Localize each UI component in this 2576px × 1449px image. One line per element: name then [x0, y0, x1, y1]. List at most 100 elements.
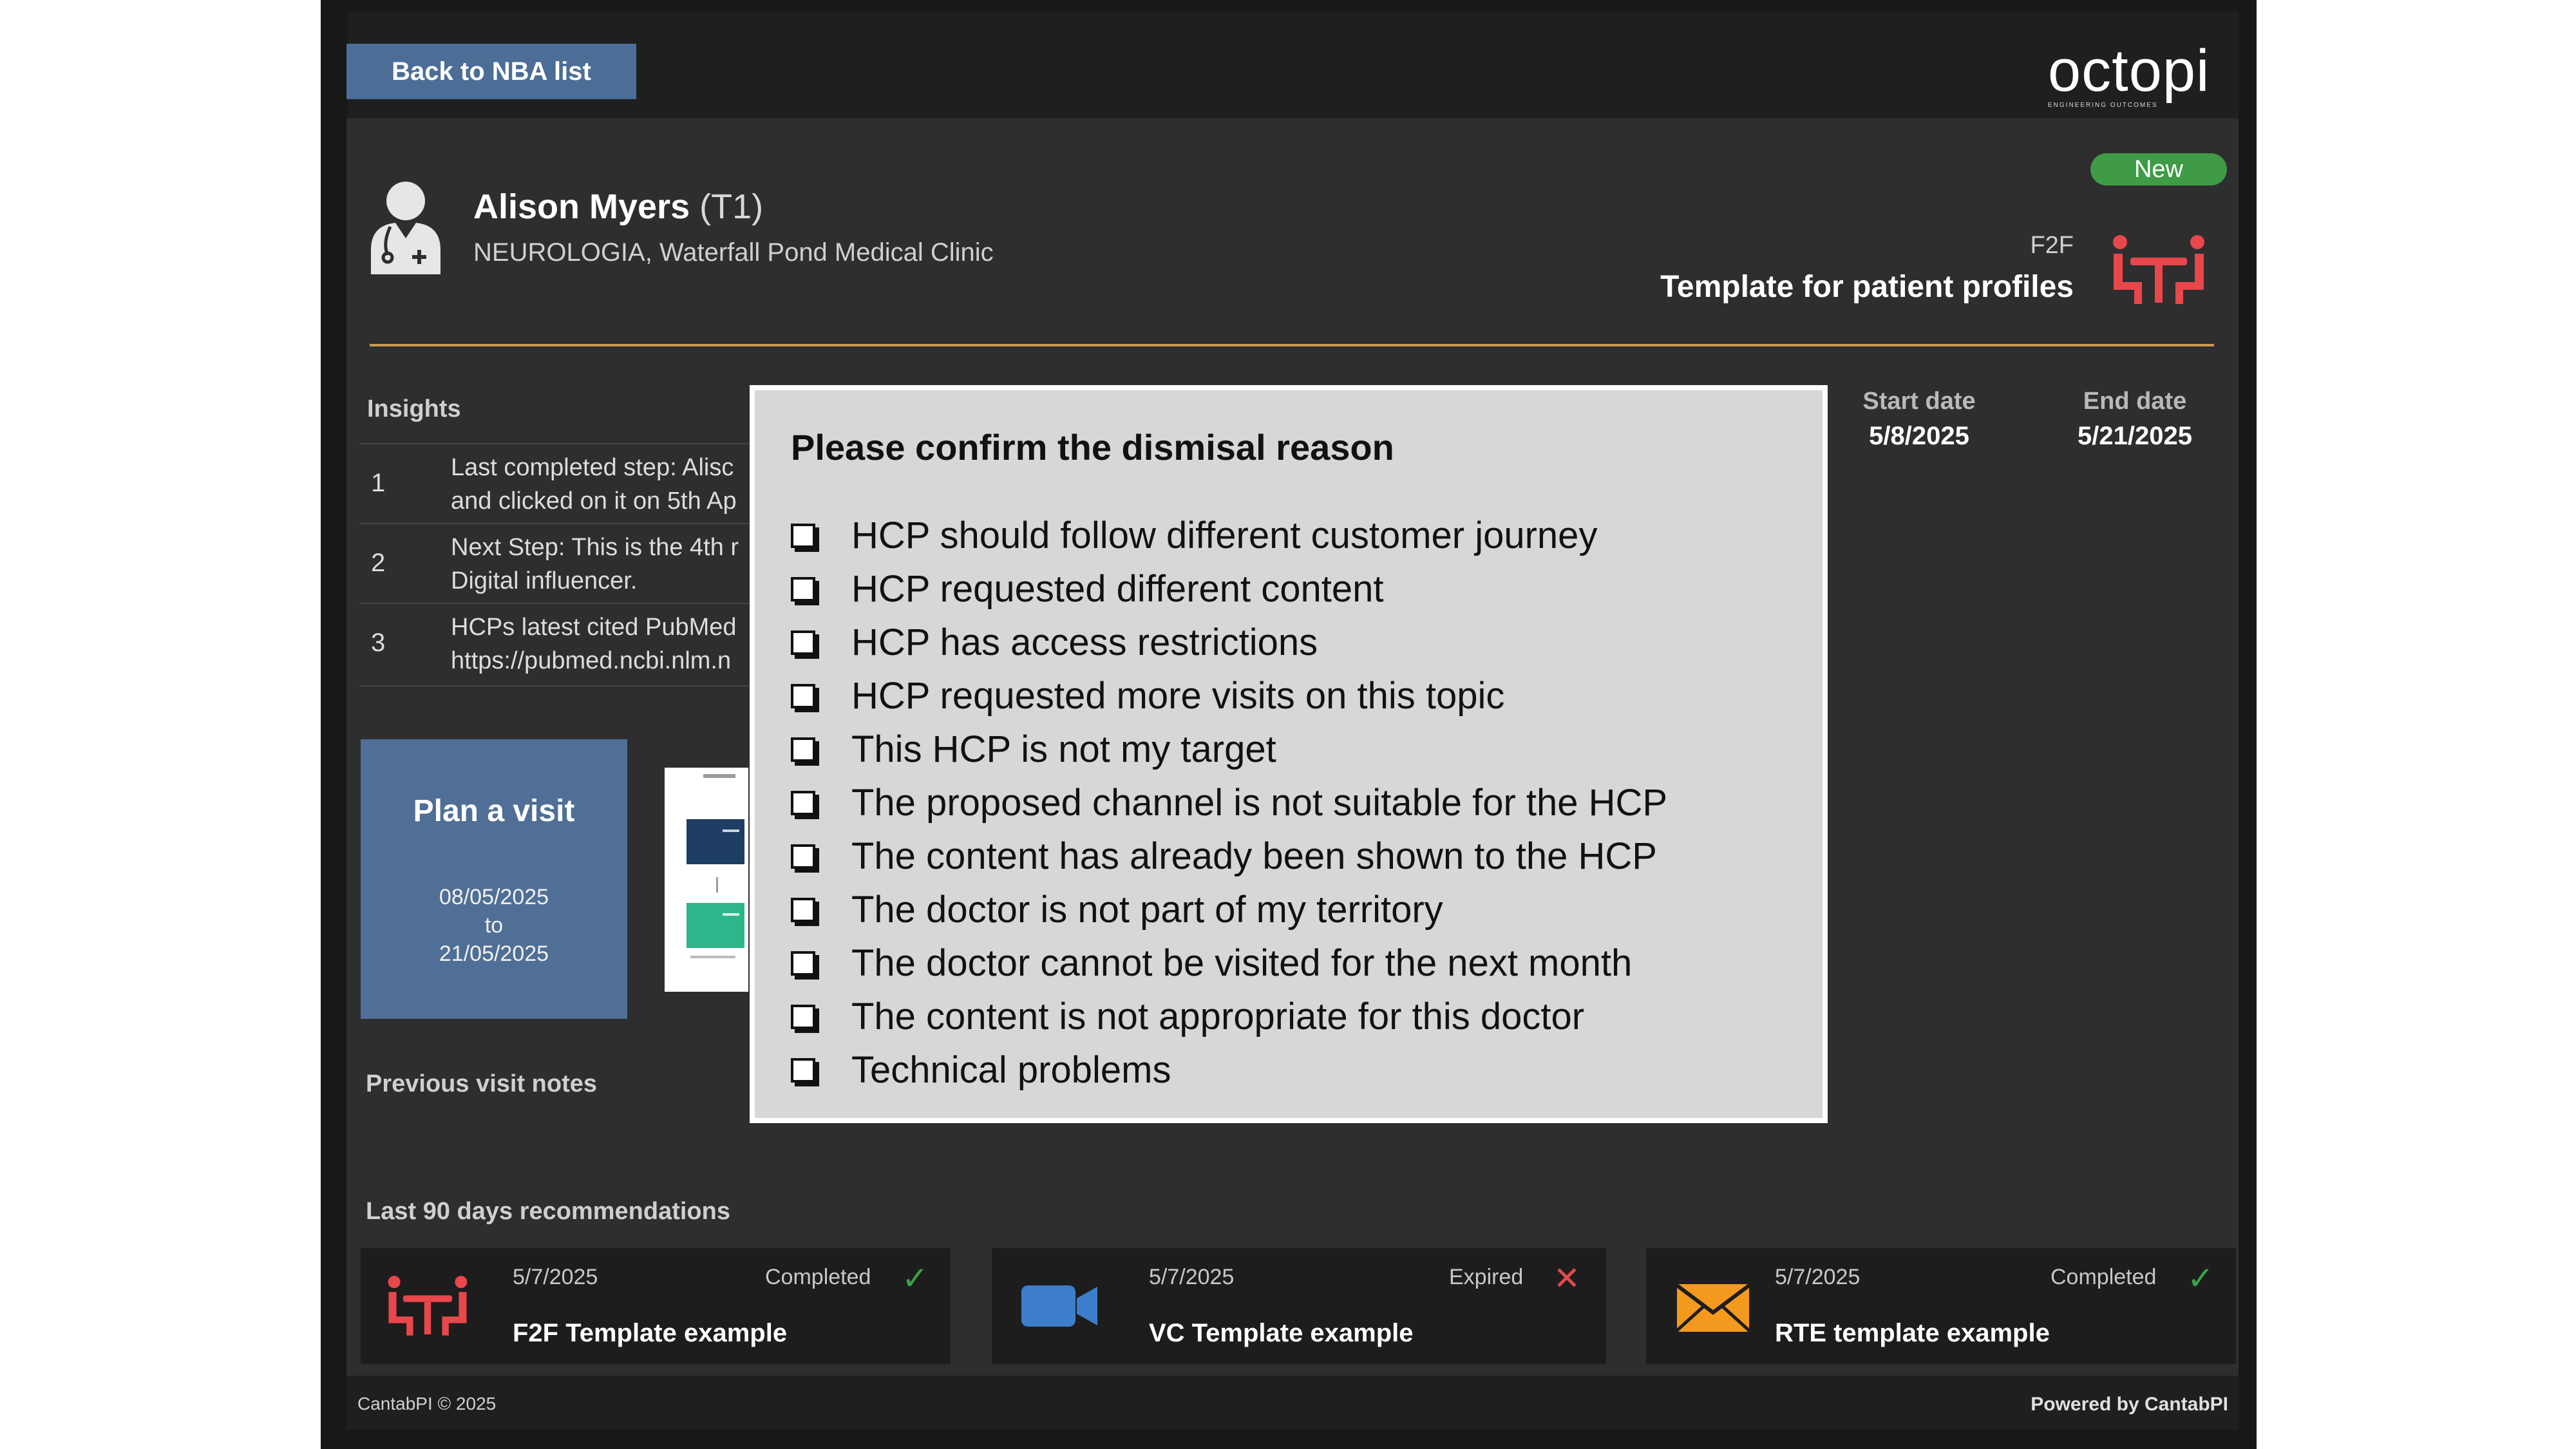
- insight-line: Digital influencer.: [451, 567, 638, 594]
- start-date-block: Start date 5/8/2025: [1848, 388, 1990, 451]
- insights-divider: [359, 685, 759, 687]
- envelope-icon: [1676, 1283, 1750, 1332]
- dismissal-reason-modal: Please confirm the dismisal reason HCP s…: [750, 385, 1828, 1123]
- insight-text: HCPs latest cited PubMed https://pubmed.…: [451, 611, 753, 677]
- reason-label: The proposed channel is not suitable for…: [851, 782, 1668, 824]
- channel-label: F2F: [2030, 232, 2074, 259]
- dismissal-reason-option[interactable]: HCP should follow different customer jou…: [791, 509, 1667, 562]
- plan-visit-title: Plan a visit: [413, 794, 575, 828]
- insight-row: 3 HCPs latest cited PubMed https://pubme…: [359, 603, 759, 683]
- recommendation-status: Completed: [2050, 1265, 2157, 1289]
- footer: [346, 1376, 2239, 1430]
- end-date-label: End date: [2083, 388, 2187, 415]
- insights-title: Insights: [367, 395, 461, 422]
- recommendation-date: 5/7/2025: [513, 1265, 598, 1289]
- reason-label: The doctor cannot be visited for the nex…: [851, 942, 1633, 984]
- checkbox[interactable]: [791, 1057, 815, 1083]
- insight-number: 3: [371, 629, 386, 657]
- recommendation-title: VC Template example: [1149, 1319, 1414, 1347]
- checkbox[interactable]: [791, 630, 815, 655]
- recommendation-card-vc[interactable]: 5/7/2025 Expired ✕ VC Template example: [992, 1248, 1606, 1364]
- dismissal-reason-option[interactable]: The doctor cannot be visited for the nex…: [791, 936, 1667, 990]
- previous-visit-notes-title: Previous visit notes: [366, 1070, 598, 1097]
- dismissal-reason-option[interactable]: Technical problems: [791, 1043, 1667, 1097]
- back-to-nba-list-button[interactable]: Back to NBA list: [346, 44, 636, 99]
- recommendation-status: Completed: [765, 1265, 871, 1289]
- dismissal-reason-option[interactable]: The proposed channel is not suitable for…: [791, 776, 1667, 829]
- reason-label: The doctor is not part of my territory: [851, 889, 1443, 931]
- insight-line: Next Step: This is the 4th r: [451, 534, 739, 561]
- footer-copyright: CantabPI © 2025: [357, 1394, 497, 1414]
- insight-text: Last completed step: Alisc and clicked o…: [451, 451, 753, 518]
- checkbox[interactable]: [791, 844, 815, 869]
- plan-visit-button[interactable]: Plan a visit 08/05/2025 to 21/05/2025: [361, 739, 627, 1019]
- dismissal-reason-option[interactable]: HCP requested different content: [791, 562, 1667, 616]
- reason-label: Technical problems: [851, 1049, 1171, 1091]
- checkbox[interactable]: [791, 951, 815, 976]
- doctor-tier: (T1): [699, 187, 764, 226]
- checkmark-icon: ✓: [902, 1260, 929, 1296]
- plan-visit-to: 21/05/2025: [439, 942, 549, 966]
- dismissal-reason-list: HCP should follow different customer jou…: [791, 509, 1667, 1097]
- content-preview-thumbnail[interactable]: [665, 768, 748, 992]
- recommendation-title: F2F Template example: [513, 1319, 788, 1347]
- doctor-name-text: Alison Myers: [473, 187, 690, 226]
- logo-wordmark: octopi: [2048, 38, 2210, 104]
- last-90-days-title: Last 90 days recommendations: [366, 1198, 730, 1225]
- insight-line: and clicked on it on 5th Ap: [451, 488, 737, 515]
- insight-row: 1 Last completed step: Alisc and clicked…: [359, 443, 759, 523]
- plan-visit-from: 08/05/2025: [439, 885, 549, 909]
- dismissal-reason-option[interactable]: The doctor is not part of my territory: [791, 883, 1667, 936]
- recommendation-date: 5/7/2025: [1149, 1265, 1235, 1289]
- checkbox[interactable]: [791, 790, 815, 815]
- dismissal-reason-option[interactable]: HCP requested more visits on this topic: [791, 669, 1667, 723]
- reason-label: HCP requested different content: [851, 568, 1384, 610]
- insight-number: 1: [371, 469, 386, 497]
- dismissal-reason-option[interactable]: HCP has access restrictions: [791, 616, 1667, 669]
- f2f-icon: [2113, 235, 2204, 304]
- recommendation-card-f2f[interactable]: 5/7/2025 Completed ✓ F2F Template exampl…: [361, 1248, 951, 1364]
- checkbox[interactable]: [791, 683, 815, 708]
- dismissal-reason-option[interactable]: This HCP is not my target: [791, 723, 1667, 776]
- start-date-label: Start date: [1862, 388, 1976, 415]
- video-camera-icon: [1021, 1285, 1097, 1327]
- insight-line: Last completed step: Alisc: [451, 454, 734, 481]
- dismissal-reason-option[interactable]: The content is not appropriate for this …: [791, 990, 1667, 1043]
- template-title: Template for patient profiles: [1660, 270, 2074, 304]
- recommendation-title: RTE template example: [1775, 1319, 2050, 1347]
- insight-number: 2: [371, 549, 386, 577]
- reason-label: HCP should follow different customer jou…: [851, 515, 1598, 556]
- doctor-name: Alison Myers (T1): [473, 187, 763, 227]
- recommendation-card-rte[interactable]: 5/7/2025 Completed ✓ RTE template exampl…: [1646, 1248, 2236, 1364]
- doctor-icon: [371, 182, 440, 274]
- checkbox[interactable]: [791, 523, 815, 548]
- end-date-block: End date 5/21/2025: [2067, 388, 2202, 451]
- octopi-logo: octopi ENGINEERING OUTCOMES: [2048, 38, 2210, 109]
- insight-line: https://pubmed.ncbi.nlm.n: [451, 647, 732, 674]
- reason-label: The content has already been shown to th…: [851, 835, 1657, 877]
- checkbox[interactable]: [791, 1004, 815, 1029]
- doctor-specialty-clinic: NEUROLOGIA, Waterfall Pond Medical Clini…: [473, 238, 994, 267]
- reason-label: This HCP is not my target: [851, 728, 1276, 770]
- start-date-value: 5/8/2025: [1869, 422, 1969, 450]
- insight-text: Next Step: This is the 4th r Digital inf…: [451, 531, 753, 598]
- insight-row: 2 Next Step: This is the 4th r Digital i…: [359, 523, 759, 603]
- dismissal-reason-option[interactable]: The content has already been shown to th…: [791, 829, 1667, 883]
- modal-title: Please confirm the dismisal reason: [791, 427, 1394, 468]
- reason-label: HCP has access restrictions: [851, 621, 1318, 663]
- cross-icon: ✕: [1553, 1260, 1580, 1296]
- recommendation-status: Expired: [1449, 1265, 1524, 1289]
- checkbox[interactable]: [791, 737, 815, 762]
- end-date-value: 5/21/2025: [2078, 422, 2192, 450]
- plan-visit-to-word: to: [484, 913, 504, 938]
- checkbox[interactable]: [791, 576, 815, 601]
- checkbox[interactable]: [791, 897, 815, 922]
- insight-line: HCPs latest cited PubMed: [451, 614, 737, 641]
- reason-label: HCP requested more visits on this topic: [851, 675, 1505, 717]
- status-badge: New: [2090, 153, 2227, 185]
- header-divider: [370, 344, 2214, 346]
- recommendation-date: 5/7/2025: [1775, 1265, 1861, 1289]
- f2f-icon: [388, 1276, 468, 1336]
- reason-label: The content is not appropriate for this …: [851, 996, 1585, 1037]
- footer-powered-by: Powered by CantabPI: [2031, 1394, 2228, 1415]
